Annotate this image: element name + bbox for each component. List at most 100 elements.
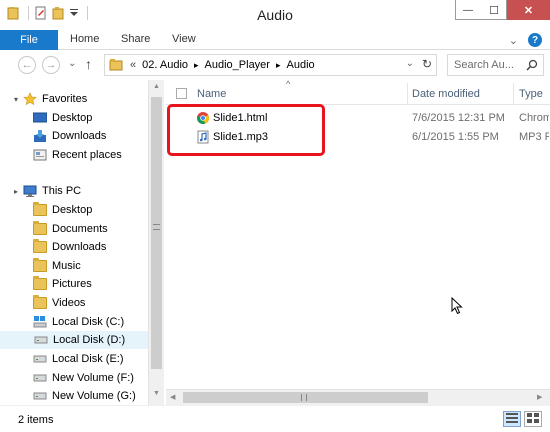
sidebar-item-music[interactable]: Music	[32, 257, 142, 275]
status-bar: 2 items	[0, 405, 550, 432]
sidebar-item-recent-places[interactable]: Recent places	[32, 146, 142, 164]
sidebar-item-new-volume-f[interactable]: New Volume (F:)	[32, 369, 142, 387]
navigation-pane: ▾ Favorites Desktop Downloads Recent pla…	[0, 80, 148, 405]
address-dropdown-icon[interactable]: ⌄	[406, 58, 414, 69]
downloads-icon	[32, 128, 48, 144]
back-button[interactable]: ←	[18, 56, 36, 74]
sidebar-item-pictures[interactable]: Pictures	[32, 275, 142, 293]
refresh-icon[interactable]: ↻	[422, 57, 432, 71]
highlight-box	[167, 104, 325, 156]
navigation-pane-scrollbar[interactable]: ▲ ▼	[148, 80, 164, 405]
expand-ribbon-icon[interactable]: ⌄	[509, 34, 518, 47]
details-view-button[interactable]	[503, 411, 521, 427]
grip-icon	[301, 394, 307, 401]
title-bar: Audio — ☐ ✕	[0, 0, 550, 30]
scrollbar-thumb[interactable]	[183, 392, 428, 403]
column-header-date-modified[interactable]: Date modified	[412, 88, 480, 100]
sidebar-item-label: Videos	[52, 297, 86, 309]
drive-icon	[32, 388, 48, 404]
sidebar-item-desktop[interactable]: Desktop	[32, 109, 142, 127]
tab-file[interactable]: File	[0, 30, 58, 50]
sidebar-item-label: Desktop	[52, 204, 93, 216]
sidebar-item-this-pc[interactable]: This PC	[22, 182, 142, 200]
item-count: 2 items	[18, 414, 54, 426]
breadcrumb-02-audio[interactable]: 02. Audio	[142, 59, 188, 71]
tab-share[interactable]: Share	[121, 33, 150, 45]
sidebar-item-label: Local Disk (D:)	[53, 334, 126, 346]
details-view-icon	[506, 412, 518, 426]
scroll-down-arrow-icon[interactable]: ▼	[153, 390, 160, 397]
select-all-checkbox[interactable]	[176, 88, 187, 99]
breadcrumb-separator-icon[interactable]: ▸	[194, 60, 199, 71]
sidebar-item-label: Documents	[52, 223, 108, 235]
column-header-name[interactable]: Name	[197, 88, 226, 100]
scroll-right-arrow-icon[interactable]: ▶	[537, 393, 542, 401]
search-input[interactable]: Search Au...	[454, 59, 514, 71]
address-bar[interactable]: « 02. Audio ▸ Audio_Player ▸ Audio ⌄ ↻	[104, 54, 437, 76]
column-headers: ^ Name Date modified Type	[166, 79, 550, 105]
large-icons-view-icon	[527, 412, 539, 426]
breadcrumb-separator-icon[interactable]: ▸	[276, 60, 281, 71]
folder-icon	[32, 258, 48, 274]
sidebar-item-downloads[interactable]: Downloads	[32, 238, 142, 256]
scroll-up-arrow-icon[interactable]: ▲	[153, 83, 160, 90]
sidebar-item-label: New Volume (G:)	[52, 390, 136, 402]
scrollbar-thumb[interactable]	[151, 97, 162, 369]
sidebar-item-label: Downloads	[52, 130, 107, 142]
forward-button[interactable]: →	[42, 56, 60, 74]
sidebar-item-favorites[interactable]: Favorites	[22, 90, 142, 108]
sidebar-item-label: New Volume (F:)	[52, 372, 134, 384]
column-header-type[interactable]: Type	[519, 88, 543, 100]
folder-icon	[32, 276, 48, 292]
sidebar-item-new-volume-g[interactable]: New Volume (G:)	[32, 387, 142, 405]
help-icon[interactable]: ?	[528, 33, 542, 47]
search-icon	[526, 59, 538, 74]
sidebar-item-label: Pictures	[52, 278, 92, 290]
search-box[interactable]: Search Au...	[447, 54, 544, 76]
sidebar-item-desktop[interactable]: Desktop	[32, 201, 142, 219]
large-icons-view-button[interactable]	[524, 411, 542, 427]
up-arrow-icon[interactable]: ↑	[85, 56, 92, 72]
folder-icon	[108, 57, 124, 73]
grip-icon	[153, 224, 160, 230]
minimize-button[interactable]: —	[455, 0, 481, 20]
column-divider[interactable]	[407, 83, 408, 105]
expand-arrow-icon[interactable]: ▾	[14, 95, 18, 104]
close-icon: ✕	[523, 4, 534, 17]
expand-arrow-icon[interactable]: ▸	[14, 187, 18, 196]
recent-places-icon	[32, 147, 48, 163]
recent-locations-icon[interactable]: ⌄	[68, 58, 76, 69]
folder-icon	[32, 202, 48, 218]
sidebar-item-label: Favorites	[42, 93, 88, 105]
folder-icon	[32, 221, 48, 237]
drive-icon	[32, 370, 48, 386]
forward-arrow-icon: →	[45, 59, 57, 71]
scroll-left-arrow-icon[interactable]: ◀	[170, 393, 175, 401]
sidebar-item-local-disk-d[interactable]: Local Disk (D:)	[0, 331, 148, 349]
address-row: ← → ⌄ ↑ « 02. Audio ▸ Audio_Player ▸ Aud…	[0, 51, 550, 79]
sidebar-item-documents[interactable]: Documents	[32, 220, 142, 238]
sidebar-item-label: Local Disk (C:)	[52, 316, 125, 328]
file-list-horizontal-scrollbar[interactable]: ◀ ▶	[166, 389, 550, 405]
folder-icon	[32, 295, 48, 311]
sidebar-item-videos[interactable]: Videos	[32, 294, 142, 312]
close-button[interactable]: ✕	[507, 0, 550, 20]
sidebar-item-label: Music	[52, 260, 81, 272]
sort-indicator-icon: ^	[286, 79, 291, 89]
tab-view[interactable]: View	[172, 33, 196, 45]
breadcrumb-audio-player[interactable]: Audio_Player	[205, 59, 270, 71]
drive-icon	[32, 351, 48, 367]
sidebar-item-local-disk-c[interactable]: Local Disk (C:)	[32, 313, 142, 331]
sidebar-item-local-disk-e[interactable]: Local Disk (E:)	[32, 350, 142, 368]
breadcrumb-audio[interactable]: Audio	[287, 59, 315, 71]
mouse-cursor-icon	[451, 296, 463, 318]
tab-home[interactable]: Home	[70, 33, 99, 45]
sidebar-item-downloads[interactable]: Downloads	[32, 127, 142, 145]
ribbon-tabs: File Home Share View ⌄ ?	[0, 30, 550, 50]
column-divider[interactable]	[513, 83, 514, 105]
maximize-button[interactable]: ☐	[481, 0, 507, 20]
sidebar-item-label: Downloads	[52, 241, 107, 253]
sidebar-item-label: Desktop	[52, 112, 93, 124]
system-drive-icon	[32, 314, 48, 330]
path-overflow-icon[interactable]: «	[130, 59, 136, 71]
